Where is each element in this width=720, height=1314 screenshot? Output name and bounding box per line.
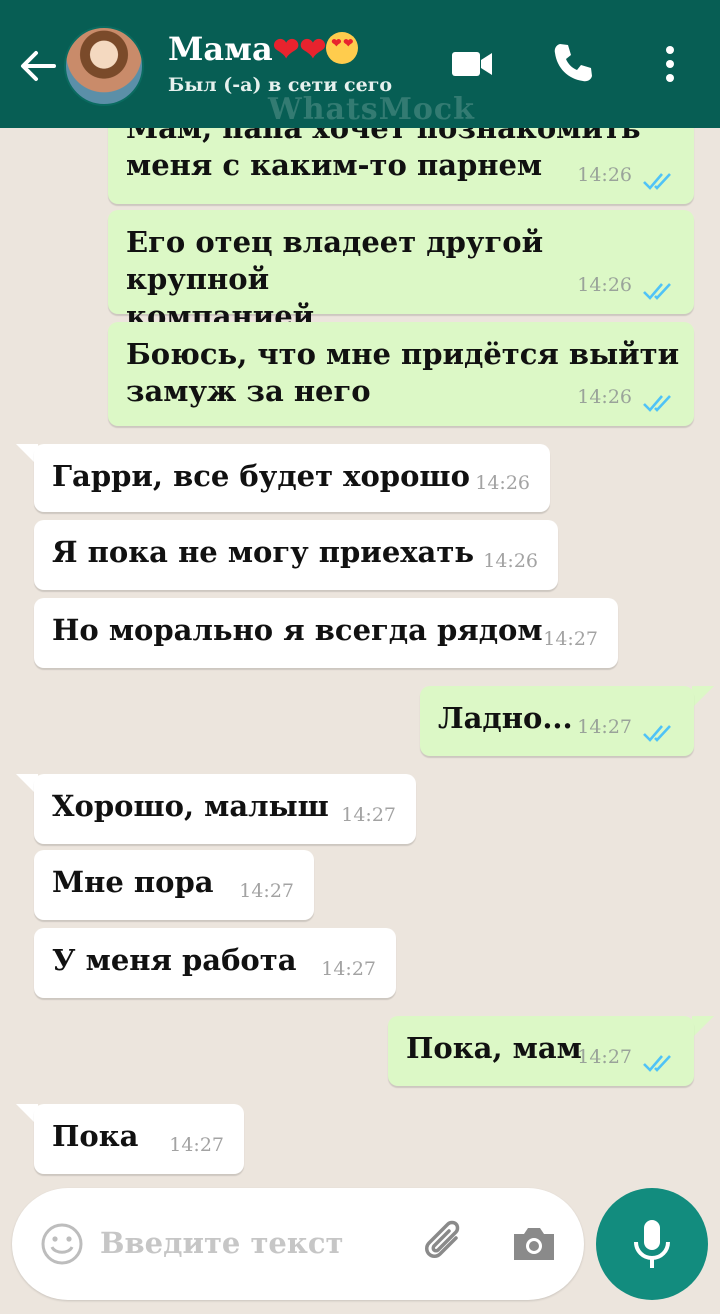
phone-call-icon[interactable] <box>548 40 596 88</box>
message-time: 14:27 <box>321 958 376 980</box>
microphone-icon <box>634 1220 670 1268</box>
message-incoming[interactable]: Я пока не могу приехать 14:26 <box>34 520 558 590</box>
message-incoming[interactable]: Хорошо, малыш 14:27 <box>34 774 416 844</box>
avatar[interactable] <box>64 26 144 106</box>
watermark: WhatsMock <box>268 92 475 127</box>
message-time: 14:27 <box>239 880 294 902</box>
message-time: 14:26 <box>577 386 632 408</box>
bubble-tail <box>692 1016 714 1038</box>
emoji-icon[interactable] <box>40 1222 84 1266</box>
message-time: 14:27 <box>577 1046 632 1068</box>
double-check-icon <box>643 1055 671 1072</box>
bubble-tail <box>692 686 714 708</box>
message-time: 14:27 <box>577 716 632 738</box>
message-outgoing[interactable]: Ладно... 14:27 <box>420 686 694 756</box>
heart-eyes-emoji-icon <box>326 32 359 64</box>
message-outgoing[interactable]: Его отец владеет другой крупной компанией… <box>108 210 694 333</box>
message-incoming[interactable]: Гарри, все будет хорошо 14:26 <box>34 444 550 512</box>
message-time: 14:27 <box>169 1134 224 1156</box>
chat-header: Мама❤❤ Был (-а) в сети сего WhatsMock <box>0 0 720 128</box>
message-time: 14:26 <box>577 164 632 186</box>
video-call-icon[interactable] <box>448 40 496 88</box>
more-options-icon[interactable] <box>646 40 694 88</box>
camera-icon[interactable] <box>508 1218 560 1270</box>
message-time: 14:26 <box>475 472 530 494</box>
back-arrow-icon[interactable] <box>16 44 60 88</box>
heart-emoji-icon: ❤❤ <box>272 30 327 68</box>
message-list[interactable]: Мам, папа хочет познакомить меня с каким-… <box>0 128 720 1188</box>
double-check-icon <box>643 173 671 190</box>
message-incoming[interactable]: У меня работа 14:27 <box>34 928 396 998</box>
message-time: 14:27 <box>543 628 598 650</box>
message-time: 14:27 <box>341 804 396 826</box>
message-incoming[interactable]: Но морально я всегда рядом 14:27 <box>34 598 618 668</box>
contact-name[interactable]: Мама❤❤ <box>168 30 359 68</box>
message-outgoing[interactable]: Боюсь, что мне придётся выйти замуж за не… <box>108 322 694 426</box>
message-outgoing[interactable]: Пока, мам 14:27 <box>388 1016 694 1086</box>
message-input[interactable]: Введите текст <box>100 1226 343 1260</box>
attachment-icon[interactable] <box>420 1218 472 1270</box>
message-time: 14:26 <box>483 550 538 572</box>
message-input-bar[interactable]: Введите текст <box>12 1188 584 1300</box>
message-incoming[interactable]: Мне пора 14:27 <box>34 850 314 920</box>
double-check-icon <box>643 725 671 742</box>
double-check-icon <box>643 283 671 300</box>
message-time: 14:26 <box>577 274 632 296</box>
microphone-button[interactable] <box>596 1188 708 1300</box>
message-outgoing[interactable]: Мам, папа хочет познакомить меня с каким-… <box>108 128 694 204</box>
double-check-icon <box>643 395 671 412</box>
message-incoming[interactable]: Пока 14:27 <box>34 1104 244 1174</box>
